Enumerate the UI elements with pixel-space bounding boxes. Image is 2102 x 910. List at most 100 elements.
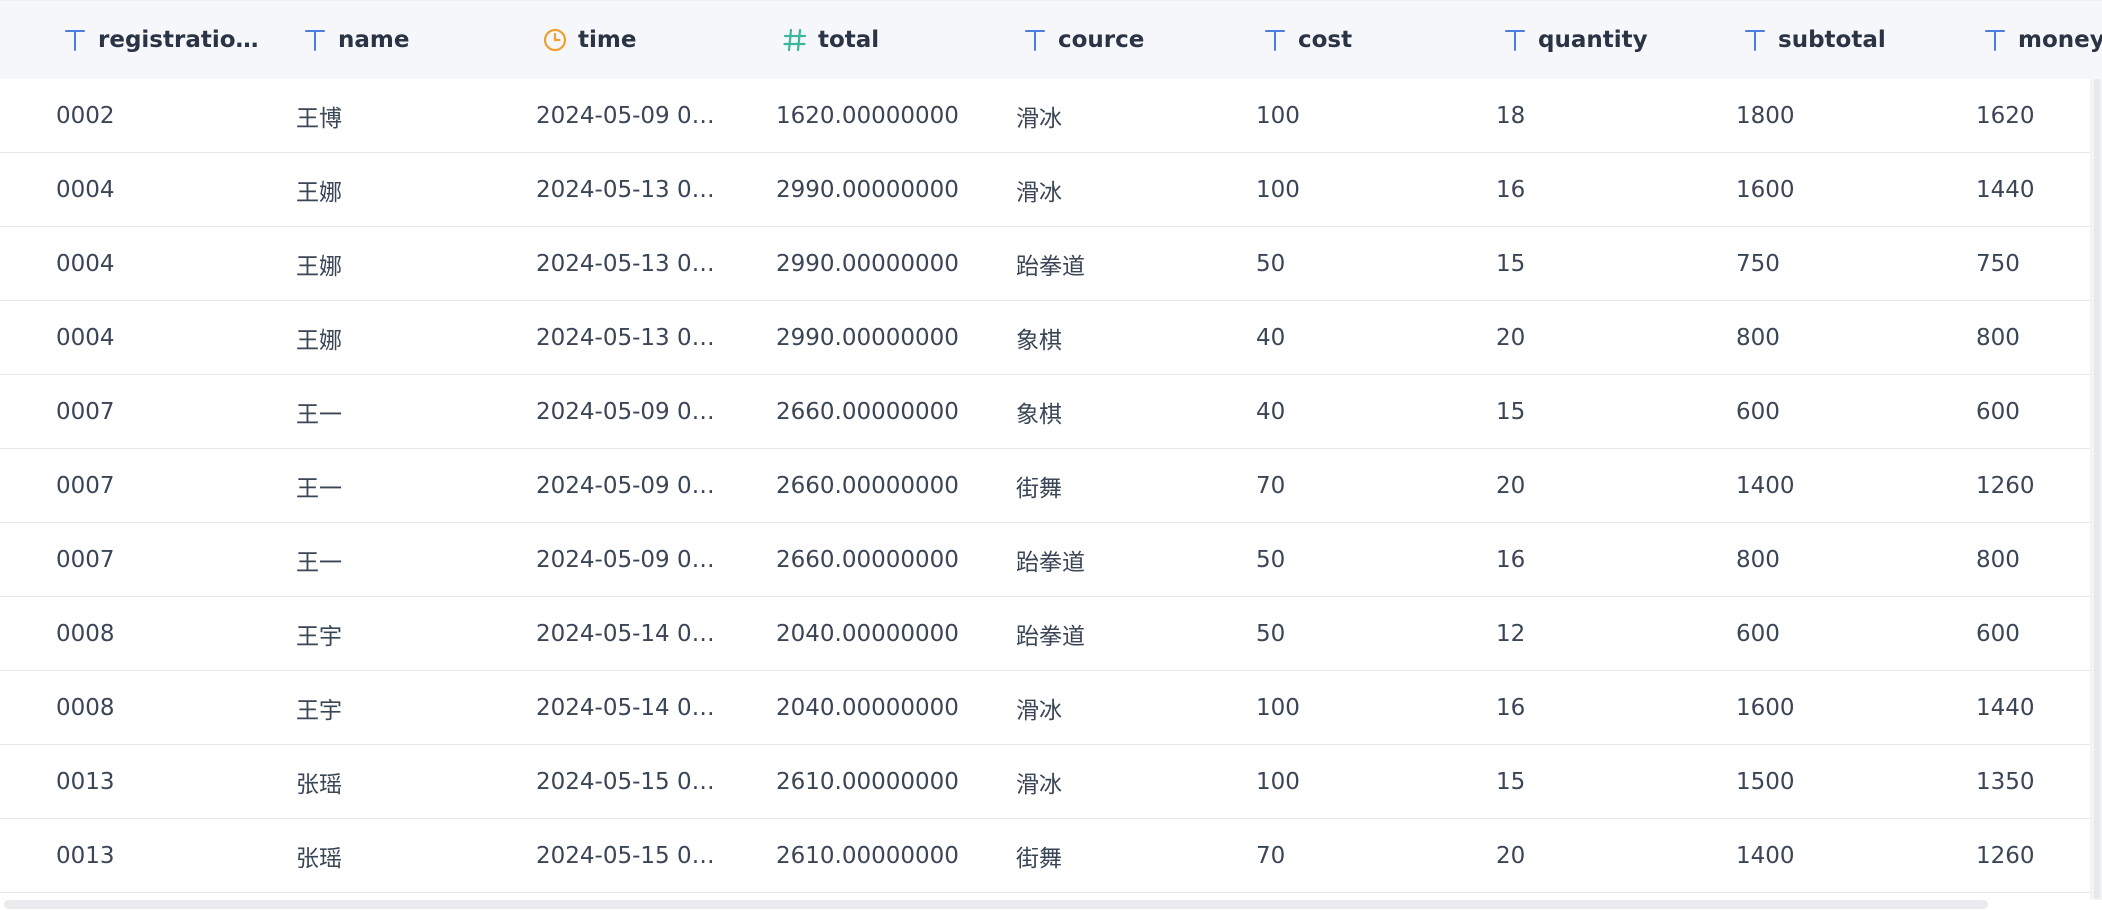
cell-time[interactable]: 2024-05-09 0…: [536, 523, 731, 596]
cell-quantity[interactable]: 15: [1496, 745, 1696, 818]
cell-name[interactable]: 张瑶: [296, 745, 496, 818]
cell-cource[interactable]: 象棋: [1016, 375, 1216, 448]
cell-name[interactable]: 王一: [296, 375, 496, 448]
column-header-registration[interactable]: registratio…: [62, 1, 259, 79]
cell-money[interactable]: 1260: [1976, 819, 2096, 892]
cell-time[interactable]: 2024-05-13 0…: [536, 153, 731, 226]
cell-cost[interactable]: 50: [1256, 227, 1456, 300]
table-row[interactable]: 0007 王一 2024-05-09 0… 2660.00000000 街舞 70 20 14…: [0, 449, 2090, 523]
table-row[interactable]: 0013 张瑶 2024-05-15 0… 2610.00000000 滑冰 100 15 1…: [0, 745, 2090, 819]
cell-total[interactable]: 2660.00000000: [776, 375, 991, 448]
cell-cource[interactable]: 滑冰: [1016, 79, 1216, 152]
cell-money[interactable]: 1260: [1976, 449, 2096, 522]
cell-cource[interactable]: 滑冰: [1016, 745, 1216, 818]
table-row[interactable]: 0004 王娜 2024-05-13 0… 2990.00000000 滑冰 100 16 1…: [0, 153, 2090, 227]
cell-registration[interactable]: 0007: [56, 523, 256, 596]
table-row[interactable]: 0007 王一 2024-05-09 0… 2660.00000000 跆拳道 50 16 8…: [0, 523, 2090, 597]
cell-cource[interactable]: 跆拳道: [1016, 597, 1216, 670]
cell-registration[interactable]: 0013: [56, 745, 256, 818]
cell-money[interactable]: 600: [1976, 375, 2096, 448]
column-header-time[interactable]: time: [542, 1, 636, 79]
cell-time[interactable]: 2024-05-14 0…: [536, 597, 731, 670]
cell-quantity[interactable]: 15: [1496, 227, 1696, 300]
table-row[interactable]: 0013 张瑶 2024-05-15 0… 2610.00000000 街舞 70 20 14…: [0, 819, 2090, 893]
cell-quantity[interactable]: 20: [1496, 449, 1696, 522]
cell-subtotal[interactable]: 600: [1736, 597, 1936, 670]
cell-registration[interactable]: 0004: [56, 153, 256, 226]
cell-subtotal[interactable]: 750: [1736, 227, 1936, 300]
cell-registration[interactable]: 0007: [56, 375, 256, 448]
column-header-cource[interactable]: cource: [1022, 1, 1144, 79]
cell-cost[interactable]: 50: [1256, 523, 1456, 596]
cell-cource[interactable]: 街舞: [1016, 819, 1216, 892]
cell-subtotal[interactable]: 600: [1736, 375, 1936, 448]
cell-registration[interactable]: 0013: [56, 819, 256, 892]
table-row[interactable]: 0004 王娜 2024-05-13 0… 2990.00000000 象棋 40 20 80…: [0, 301, 2090, 375]
column-header-total[interactable]: total: [782, 1, 879, 79]
cell-cost[interactable]: 70: [1256, 819, 1456, 892]
cell-money[interactable]: 1440: [1976, 153, 2096, 226]
cell-name[interactable]: 王娜: [296, 153, 496, 226]
cell-subtotal[interactable]: 1400: [1736, 819, 1936, 892]
cell-name[interactable]: 王娜: [296, 301, 496, 374]
vertical-scrollbar-thumb[interactable]: [2094, 79, 2100, 899]
cell-money[interactable]: 1620: [1976, 79, 2096, 152]
cell-quantity[interactable]: 18: [1496, 79, 1696, 152]
column-header-name[interactable]: name: [302, 1, 409, 79]
cell-subtotal[interactable]: 1600: [1736, 153, 1936, 226]
cell-total[interactable]: 2990.00000000: [776, 153, 991, 226]
cell-time[interactable]: 2024-05-13 0…: [536, 301, 731, 374]
horizontal-scrollbar[interactable]: [0, 898, 2090, 910]
cell-cource[interactable]: 滑冰: [1016, 671, 1216, 744]
column-header-subtotal[interactable]: subtotal: [1742, 1, 1886, 79]
cell-name[interactable]: 王宇: [296, 597, 496, 670]
cell-subtotal[interactable]: 1400: [1736, 449, 1936, 522]
cell-registration[interactable]: 0004: [56, 227, 256, 300]
table-row[interactable]: 0007 王一 2024-05-09 0… 2660.00000000 象棋 40 15 60…: [0, 375, 2090, 449]
cell-quantity[interactable]: 16: [1496, 153, 1696, 226]
cell-subtotal[interactable]: 1500: [1736, 745, 1936, 818]
cell-cost[interactable]: 100: [1256, 153, 1456, 226]
cell-money[interactable]: 600: [1976, 597, 2096, 670]
cell-quantity[interactable]: 15: [1496, 375, 1696, 448]
cell-time[interactable]: 2024-05-09 0…: [536, 449, 731, 522]
cell-quantity[interactable]: 16: [1496, 671, 1696, 744]
cell-cost[interactable]: 100: [1256, 671, 1456, 744]
cell-name[interactable]: 王宇: [296, 671, 496, 744]
cell-name[interactable]: 王一: [296, 449, 496, 522]
cell-money[interactable]: 800: [1976, 301, 2096, 374]
cell-quantity[interactable]: 16: [1496, 523, 1696, 596]
column-header-cost[interactable]: cost: [1262, 1, 1352, 79]
cell-total[interactable]: 2990.00000000: [776, 227, 991, 300]
cell-cource[interactable]: 街舞: [1016, 449, 1216, 522]
cell-total[interactable]: 2660.00000000: [776, 449, 991, 522]
cell-name[interactable]: 王博: [296, 79, 496, 152]
cell-total[interactable]: 1620.00000000: [776, 79, 991, 152]
cell-total[interactable]: 2610.00000000: [776, 819, 991, 892]
table-row[interactable]: 0004 王娜 2024-05-13 0… 2990.00000000 跆拳道 50 15 7…: [0, 227, 2090, 301]
horizontal-scrollbar-thumb[interactable]: [4, 900, 1988, 909]
cell-time[interactable]: 2024-05-09 0…: [536, 79, 731, 152]
cell-cost[interactable]: 70: [1256, 449, 1456, 522]
cell-subtotal[interactable]: 1800: [1736, 79, 1936, 152]
cell-name[interactable]: 张瑶: [296, 819, 496, 892]
cell-subtotal[interactable]: 1600: [1736, 671, 1936, 744]
cell-registration[interactable]: 0007: [56, 449, 256, 522]
cell-subtotal[interactable]: 800: [1736, 301, 1936, 374]
cell-total[interactable]: 2040.00000000: [776, 671, 991, 744]
cell-cource[interactable]: 跆拳道: [1016, 523, 1216, 596]
cell-quantity[interactable]: 20: [1496, 301, 1696, 374]
cell-total[interactable]: 2660.00000000: [776, 523, 991, 596]
table-row[interactable]: 0008 王宇 2024-05-14 0… 2040.00000000 滑冰 100 16 1…: [0, 671, 2090, 745]
cell-registration[interactable]: 0008: [56, 597, 256, 670]
cell-money[interactable]: 750: [1976, 227, 2096, 300]
cell-time[interactable]: 2024-05-14 0…: [536, 671, 731, 744]
cell-cource[interactable]: 象棋: [1016, 301, 1216, 374]
cell-cource[interactable]: 滑冰: [1016, 153, 1216, 226]
cell-cost[interactable]: 50: [1256, 597, 1456, 670]
cell-time[interactable]: 2024-05-15 0…: [536, 819, 731, 892]
cell-cost[interactable]: 100: [1256, 79, 1456, 152]
table-row[interactable]: 0002 王博 2024-05-09 0… 1620.00000000 滑冰 100 18 1…: [0, 79, 2090, 153]
cell-registration[interactable]: 0008: [56, 671, 256, 744]
cell-cource[interactable]: 跆拳道: [1016, 227, 1216, 300]
